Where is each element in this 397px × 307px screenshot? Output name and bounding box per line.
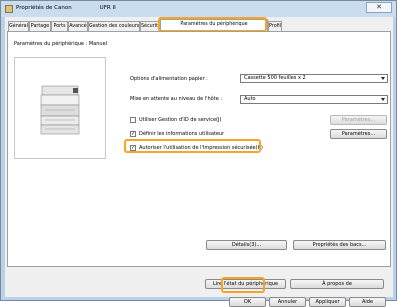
user-info-settings-button[interactable]: Paramètres... [330, 129, 387, 139]
details-button[interactable]: Détails(3)... [206, 240, 287, 250]
printer-icon [5, 5, 13, 13]
dialog-client-area: Général Partage Ports Avancé Gestion des… [5, 17, 393, 307]
tab-advanced[interactable]: Avancé [68, 21, 88, 31]
cancel-button[interactable]: Annuler [269, 297, 306, 307]
printer-properties-window: Propriétés de Canon UFR II ✕ Général Par… [0, 0, 397, 307]
device-settings-tab-highlight [158, 17, 267, 32]
dept-id-checkbox[interactable] [130, 117, 136, 123]
paper-source-value: Cassette 500 feuilles x 2 [244, 75, 306, 81]
help-button[interactable]: Aide [349, 297, 386, 307]
ok-button[interactable]: OK [229, 297, 266, 307]
user-info-checkbox[interactable]: ✓ [130, 131, 136, 137]
paper-source-label: Options d'alimentation papier : [130, 76, 208, 82]
tab-color-management[interactable]: Gestion des couleurs [88, 21, 140, 31]
paper-source-select[interactable]: Cassette 500 feuilles x 2 [240, 74, 388, 83]
tab-profile[interactable]: Profil [268, 21, 282, 31]
user-info-label: Définir les informations utilisateur [139, 131, 225, 137]
standby-value: Auto [244, 96, 256, 102]
panel-header: Paramètres du périphérique : Manuel [14, 41, 108, 47]
ok-button-highlight [221, 277, 265, 293]
chevron-down-icon [381, 77, 385, 80]
about-button[interactable]: À propos de [290, 279, 384, 289]
secure-print-highlight [124, 139, 261, 153]
cassette-properties-button[interactable]: Propriétés des bacs... [293, 240, 386, 250]
chevron-down-icon [381, 98, 385, 101]
apply-button[interactable]: Appliquer [309, 297, 346, 307]
close-button[interactable]: ✕ [366, 2, 392, 13]
standby-select[interactable]: Auto [240, 95, 388, 104]
tab-security[interactable]: Sécurité [140, 21, 160, 31]
dept-id-label: Utiliser Gestion d'ID de service(J) [139, 117, 222, 123]
dept-id-settings-button[interactable]: Paramètres... [330, 115, 387, 125]
printer-illustration [40, 85, 80, 135]
title-bar: Propriétés de Canon UFR II ✕ [1, 1, 396, 17]
tab-ports[interactable]: Ports [51, 21, 68, 31]
tab-sharing[interactable]: Partage [29, 21, 51, 31]
tab-general[interactable]: Général [8, 21, 29, 31]
standby-label: Mise en attente au niveau de l'hôte : [130, 96, 223, 102]
printer-image [14, 57, 106, 159]
window-title: Propriétés de Canon UFR II [16, 5, 116, 11]
